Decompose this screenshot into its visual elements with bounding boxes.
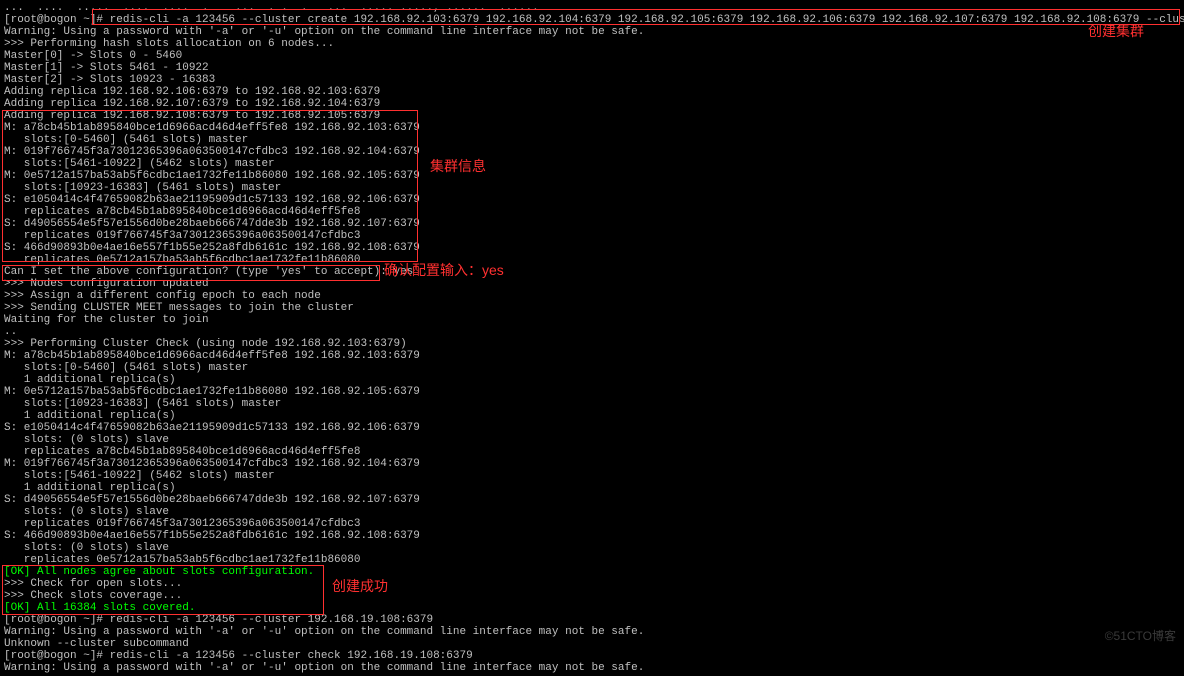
terminal-line: Master[0] -> Slots 0 - 5460 bbox=[4, 50, 1180, 62]
terminal-line: Warning: Using a password with '-a' or '… bbox=[4, 626, 1180, 638]
terminal-line: S: d49056554e5f57e1556d0be28baeb666747dd… bbox=[4, 494, 1180, 506]
terminal-line: slots:[0-5460] (5461 slots) master bbox=[4, 134, 1180, 146]
terminal-line: Can I set the above configuration? (type… bbox=[4, 266, 1180, 278]
terminal-line: M: 019f766745f3a73012365396a063500147cfd… bbox=[4, 458, 1180, 470]
terminal-line: Unknown --cluster subcommand bbox=[4, 638, 1180, 650]
terminal-line: >>> Performing hash slots allocation on … bbox=[4, 38, 1180, 50]
terminal-line: S: e1050414c4f47659082b63ae21195909d1c57… bbox=[4, 194, 1180, 206]
terminal-line: Master[1] -> Slots 5461 - 10922 bbox=[4, 62, 1180, 74]
terminal-line: slots:[10923-16383] (5461 slots) master bbox=[4, 182, 1180, 194]
terminal-line: [OK] All 16384 slots covered. bbox=[4, 602, 1180, 614]
terminal-line: 1 additional replica(s) bbox=[4, 410, 1180, 422]
terminal-line: S: e1050414c4f47659082b63ae21195909d1c57… bbox=[4, 422, 1180, 434]
terminal-line: slots:[5461-10922] (5462 slots) master bbox=[4, 158, 1180, 170]
terminal-line: S: 466d90893b0e4ae16e557f1b55e252a8fdb61… bbox=[4, 530, 1180, 542]
terminal-line: slots:[5461-10922] (5462 slots) master bbox=[4, 470, 1180, 482]
terminal-line: M: 0e5712a157ba53ab5f6cdbc1ae1732fe11b86… bbox=[4, 170, 1180, 182]
terminal-line: M: 0e5712a157ba53ab5f6cdbc1ae1732fe11b86… bbox=[4, 386, 1180, 398]
terminal-line: slots:[0-5460] (5461 slots) master bbox=[4, 362, 1180, 374]
terminal-line: replicates 019f766745f3a73012365396a0635… bbox=[4, 230, 1180, 242]
terminal-line: >>> Check slots coverage... bbox=[4, 590, 1180, 602]
terminal-line: [root@bogon ~]# redis-cli -a 123456 --cl… bbox=[4, 614, 1180, 626]
terminal-line: slots: (0 slots) slave bbox=[4, 542, 1180, 554]
terminal-line: Warning: Using a password with '-a' or '… bbox=[4, 662, 1180, 674]
terminal-line: slots: (0 slots) slave bbox=[4, 434, 1180, 446]
terminal-line: M: a78cb45b1ab895840bce1d6966acd46d4eff5… bbox=[4, 350, 1180, 362]
terminal-line: >>> Assign a different config epoch to e… bbox=[4, 290, 1180, 302]
terminal-line: replicates 019f766745f3a73012365396a0635… bbox=[4, 518, 1180, 530]
terminal-line: 1 additional replica(s) bbox=[4, 482, 1180, 494]
terminal-line: Adding replica 192.168.92.107:6379 to 19… bbox=[4, 98, 1180, 110]
terminal-line: replicates a78cb45b1ab895840bce1d6966acd… bbox=[4, 206, 1180, 218]
terminal-line: M: 019f766745f3a73012365396a063500147cfd… bbox=[4, 146, 1180, 158]
terminal-output[interactable]: ... .... ..... .... .... . ... . . . ...… bbox=[0, 0, 1184, 676]
terminal-line: >>> Check for open slots... bbox=[4, 578, 1180, 590]
terminal-line: replicates 0e5712a157ba53ab5f6cdbc1ae173… bbox=[4, 254, 1180, 266]
terminal-line: [OK] All nodes agree about slots configu… bbox=[4, 566, 1180, 578]
terminal-line: Master[2] -> Slots 10923 - 16383 bbox=[4, 74, 1180, 86]
terminal-line: M: a78cb45b1ab895840bce1d6966acd46d4eff5… bbox=[4, 122, 1180, 134]
terminal-line: replicates 0e5712a157ba53ab5f6cdbc1ae173… bbox=[4, 554, 1180, 566]
terminal-line: [root@bogon ~]# redis-cli -a 123456 --cl… bbox=[4, 650, 1180, 662]
terminal-line: replicates a78cb45b1ab895840bce1d6966acd… bbox=[4, 446, 1180, 458]
terminal-line: >>> Nodes configuration updated bbox=[4, 278, 1180, 290]
terminal-line: >>> Performing Cluster Check (using node… bbox=[4, 338, 1180, 350]
terminal-line: ... .... ..... .... .... . ... . . . ...… bbox=[4, 2, 1180, 14]
terminal-line: slots:[10923-16383] (5461 slots) master bbox=[4, 398, 1180, 410]
terminal-line: >>> Sending CLUSTER MEET messages to joi… bbox=[4, 302, 1180, 314]
terminal-line: S: d49056554e5f57e1556d0be28baeb666747dd… bbox=[4, 218, 1180, 230]
terminal-line: [root@bogon ~]# redis-cli -a 123456 --cl… bbox=[4, 14, 1180, 26]
terminal-line: S: 466d90893b0e4ae16e557f1b55e252a8fdb61… bbox=[4, 242, 1180, 254]
terminal-line: Warning: Using a password with '-a' or '… bbox=[4, 26, 1180, 38]
terminal-line: Adding replica 192.168.92.106:6379 to 19… bbox=[4, 86, 1180, 98]
terminal-line: .. bbox=[4, 326, 1180, 338]
terminal-line: 1 additional replica(s) bbox=[4, 374, 1180, 386]
terminal-line: Waiting for the cluster to join bbox=[4, 314, 1180, 326]
terminal-line: slots: (0 slots) slave bbox=[4, 506, 1180, 518]
watermark-text: ©51CTO博客 bbox=[1105, 630, 1176, 642]
terminal-line: Adding replica 192.168.92.108:6379 to 19… bbox=[4, 110, 1180, 122]
